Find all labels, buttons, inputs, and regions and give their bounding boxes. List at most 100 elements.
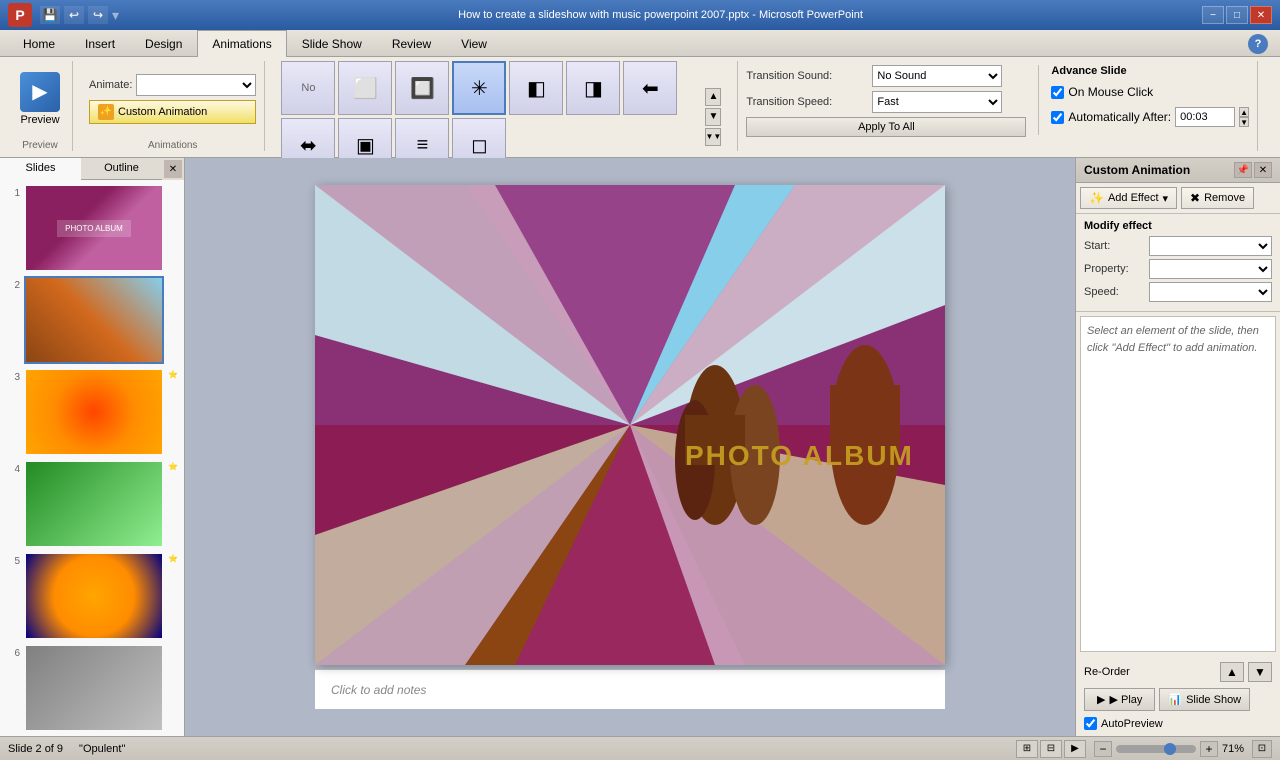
zoom-slider[interactable]	[1116, 745, 1196, 753]
tab-view[interactable]: View	[446, 30, 502, 57]
zoom-out-button[interactable]: −	[1094, 741, 1112, 757]
speed-dropdown[interactable]: Fast	[872, 91, 1002, 113]
modify-effect-section: Modify effect Start: Property: Speed:	[1076, 214, 1280, 312]
reorder-down-button[interactable]: ▼	[1248, 662, 1272, 682]
window-title: How to create a slideshow with music pow…	[119, 9, 1202, 21]
notes-placeholder: Click to add notes	[331, 683, 426, 697]
panel-toolbar: ✨ Add Effect ▾ ✖ Remove	[1076, 183, 1280, 214]
autopreview-checkbox[interactable]	[1084, 717, 1097, 730]
preview-button[interactable]: ▶ Preview	[16, 68, 64, 130]
reorder-up-button[interactable]: ▲	[1220, 662, 1244, 682]
transition-uncover[interactable]: ◧	[509, 61, 563, 115]
redo-button[interactable]: ↪	[88, 6, 108, 24]
time-down[interactable]: ▼	[1239, 117, 1249, 127]
transition-wipe[interactable]: ⬜	[338, 61, 392, 115]
slide-number-1: 1	[4, 184, 20, 199]
auto-after-label: Automatically After:	[1068, 110, 1171, 124]
transition-push[interactable]: ⬅	[623, 61, 677, 115]
apply-to-all-button[interactable]: Apply To All	[746, 117, 1026, 137]
transition-none[interactable]: No	[281, 61, 335, 115]
add-effect-label: Add Effect	[1108, 192, 1159, 204]
transition-pinwheel[interactable]: ✳	[452, 61, 506, 115]
panel-close-button[interactable]: ✕	[164, 160, 182, 178]
custom-animation-icon: ✨	[98, 104, 114, 120]
ribbon-group-transitions: No ⬜ 🔲 ✳ ◧ ◨ ⬅ ⬌ ▣ ≡ ◻ ▲ ▼ ▼▼	[273, 61, 729, 151]
tab-design[interactable]: Design	[130, 30, 197, 57]
help-button[interactable]: ?	[1248, 34, 1268, 54]
animation-list: Select an element of the slide, then cli…	[1080, 316, 1276, 652]
custom-animation-panel: Custom Animation 📌 ✕ ✨ Add Effect ▾ ✖ Re…	[1075, 158, 1280, 736]
custom-animation-button[interactable]: ✨ Custom Animation	[89, 100, 256, 124]
ribbon-group-trans-settings: Transition Sound: No Sound Transition Sp…	[737, 61, 1258, 151]
maximize-button[interactable]: □	[1226, 6, 1248, 24]
transition-cover[interactable]: ◨	[566, 61, 620, 115]
start-dropdown[interactable]	[1149, 236, 1272, 256]
slide-thumb-2[interactable]	[24, 276, 164, 364]
close-button[interactable]: ✕	[1250, 6, 1272, 24]
on-mouse-click-checkbox[interactable]	[1051, 86, 1064, 99]
outline-tab[interactable]: Outline	[81, 158, 162, 180]
preview-icon: ▶	[20, 72, 60, 112]
slide-thumb-4[interactable]	[24, 460, 164, 548]
transition-scroll-down[interactable]: ▼	[705, 108, 721, 126]
slide-thumb-1[interactable]: PHOTO ALBUM	[24, 184, 164, 272]
tab-slideshow[interactable]: Slide Show	[287, 30, 377, 57]
preview-label: Preview	[20, 114, 59, 126]
tab-animations[interactable]: Animations	[197, 30, 286, 57]
panel-pin-button[interactable]: 📌	[1234, 162, 1252, 178]
slide-number-3: 3	[4, 368, 20, 383]
time-input[interactable]	[1175, 107, 1235, 127]
transition-dissolve[interactable]: 🔲	[395, 61, 449, 115]
view-buttons: ⊞ ⊟ ▶	[1016, 740, 1086, 758]
add-effect-button[interactable]: ✨ Add Effect ▾	[1080, 187, 1177, 209]
tab-home[interactable]: Home	[8, 30, 70, 57]
normal-view-button[interactable]: ⊞	[1016, 740, 1038, 758]
titlebar: P 💾 ↩ ↪ ▾ How to create a slideshow with…	[0, 0, 1280, 30]
sound-dropdown[interactable]: No Sound	[872, 65, 1002, 87]
animations-group-label: Animations	[89, 136, 256, 151]
minimize-button[interactable]: −	[1202, 6, 1224, 24]
anim-speed-dropdown[interactable]	[1149, 282, 1272, 302]
transition-scroll-up[interactable]: ▲	[705, 88, 721, 106]
auto-after-checkbox[interactable]	[1051, 111, 1064, 124]
slideshow-button[interactable]: 📊 Slide Show	[1159, 688, 1250, 711]
reorder-label: Re-Order	[1084, 666, 1130, 678]
slide-thumb-3[interactable]	[24, 368, 164, 456]
tab-review[interactable]: Review	[377, 30, 446, 57]
custom-animation-label: Custom Animation	[118, 106, 207, 118]
play-button[interactable]: ▶ ▶ Play	[1084, 688, 1155, 711]
quick-access-toolbar: P 💾 ↩ ↪ ▾	[8, 3, 119, 27]
panel-header: Custom Animation 📌 ✕	[1076, 158, 1280, 183]
transition-scroll-more[interactable]: ▼▼	[705, 128, 721, 146]
property-dropdown[interactable]	[1149, 259, 1272, 279]
slide-item-1[interactable]: 1 PHOTO ALBUM	[4, 184, 180, 272]
save-button[interactable]: 💾	[40, 6, 60, 24]
zoom-controls: − + 71%	[1094, 741, 1244, 757]
slide-item-5[interactable]: 5 ⭐	[4, 552, 180, 640]
transition-icons: No ⬜ 🔲 ✳ ◧ ◨ ⬅ ⬌ ▣ ≡ ◻	[281, 61, 701, 172]
on-mouse-click-label: On Mouse Click	[1068, 85, 1153, 99]
canvas-area: PHOTO ALBUM Click to add notes	[185, 158, 1075, 736]
slide-item-6[interactable]: 6	[4, 644, 180, 732]
slide-item-2[interactable]: 2	[4, 276, 180, 364]
zoom-thumb[interactable]	[1164, 743, 1176, 755]
slide-icon-3: ⭐	[168, 370, 178, 380]
zoom-in-button[interactable]: +	[1200, 741, 1218, 757]
slideshow-view-button[interactable]: ▶	[1064, 740, 1086, 758]
slide-sorter-button[interactable]: ⊟	[1040, 740, 1062, 758]
tab-insert[interactable]: Insert	[70, 30, 130, 57]
remove-button[interactable]: ✖ Remove	[1181, 187, 1254, 209]
slides-tab[interactable]: Slides	[0, 158, 81, 180]
undo-button[interactable]: ↩	[64, 6, 84, 24]
fit-window-button[interactable]: ⊡	[1252, 740, 1272, 758]
slide-thumb-6[interactable]	[24, 644, 164, 732]
preview-group-label: Preview	[16, 136, 64, 151]
slide-thumb-5[interactable]	[24, 552, 164, 640]
time-up[interactable]: ▲	[1239, 107, 1249, 117]
panel-close-button-right[interactable]: ✕	[1254, 162, 1272, 178]
notes-area[interactable]: Click to add notes	[315, 669, 945, 709]
slide-item-3[interactable]: 3 ⭐	[4, 368, 180, 456]
slide-item-4[interactable]: 4 ⭐	[4, 460, 180, 548]
animate-dropdown[interactable]	[136, 74, 256, 96]
slide-canvas[interactable]: PHOTO ALBUM	[315, 185, 945, 665]
